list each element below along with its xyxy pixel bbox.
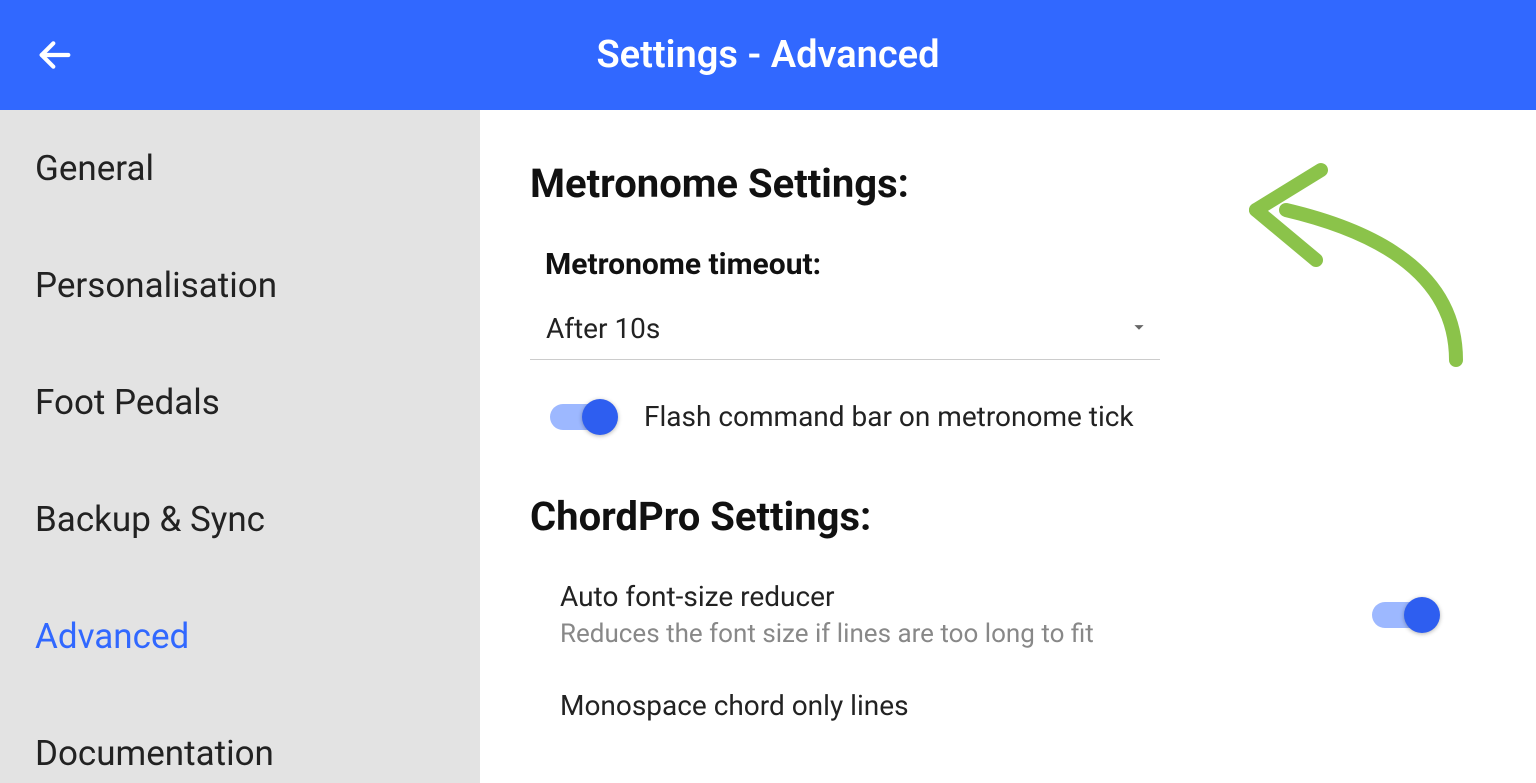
sidebar-item-advanced[interactable]: Advanced <box>0 578 480 695</box>
content-panel: Metronome Settings: Metronome timeout: A… <box>480 110 1536 783</box>
toggle-knob <box>1404 597 1440 633</box>
app-header: Settings - Advanced <box>0 0 1536 110</box>
metronome-timeout-value: After 10s <box>546 312 660 345</box>
flash-command-toggle[interactable] <box>550 404 614 430</box>
auto-reducer-desc: Reduces the font size if lines are too l… <box>560 619 1094 649</box>
sidebar: General Personalisation Foot Pedals Back… <box>0 110 480 783</box>
monospace-text: Monospace chord only lines <box>560 689 909 728</box>
arrow-left-icon <box>35 35 75 75</box>
flash-command-row: Flash command bar on metronome tick <box>550 400 1486 433</box>
metronome-timeout-select[interactable]: After 10s <box>530 302 1160 360</box>
chevron-down-icon <box>1128 316 1150 342</box>
sidebar-item-general[interactable]: General <box>0 110 480 227</box>
toggle-knob <box>582 399 618 435</box>
auto-reducer-toggle[interactable] <box>1372 602 1436 628</box>
sidebar-item-backup-sync[interactable]: Backup & Sync <box>0 461 480 578</box>
monospace-row: Monospace chord only lines <box>560 689 1436 728</box>
sidebar-item-personalisation[interactable]: Personalisation <box>0 227 480 344</box>
sidebar-item-foot-pedals[interactable]: Foot Pedals <box>0 344 480 461</box>
monospace-title: Monospace chord only lines <box>560 689 909 722</box>
sidebar-item-documentation[interactable]: Documentation <box>0 695 480 783</box>
auto-reducer-text: Auto font-size reducer Reduces the font … <box>560 580 1094 649</box>
auto-reducer-title: Auto font-size reducer <box>560 580 1094 613</box>
flash-command-label: Flash command bar on metronome tick <box>644 400 1134 433</box>
page-title: Settings - Advanced <box>596 33 939 77</box>
back-button[interactable] <box>30 30 80 80</box>
metronome-timeout-label: Metronome timeout: <box>545 247 1486 282</box>
chordpro-section-title: ChordPro Settings: <box>530 493 1486 540</box>
metronome-section-title: Metronome Settings: <box>530 160 1486 207</box>
body: General Personalisation Foot Pedals Back… <box>0 110 1536 783</box>
auto-reducer-row: Auto font-size reducer Reduces the font … <box>560 580 1436 649</box>
